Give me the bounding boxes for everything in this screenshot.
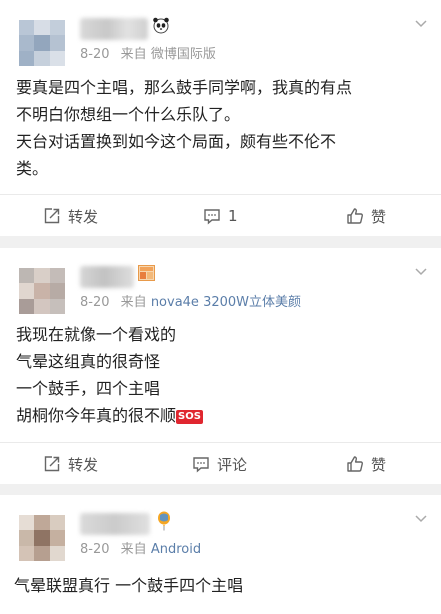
content-line: 要真是四个主唱，那么鼓手同学啊，我真的有点: [16, 78, 353, 97]
repost-label: 转发: [68, 455, 99, 474]
content-line: 胡桐你今年真的很不顺 SOS: [16, 402, 427, 429]
post-card: 8-20 来自 nova4e 3200W立体美颜 我现在就像一个看戏的 气晕这组…: [0, 248, 441, 484]
post-date: 8-20: [80, 542, 110, 557]
chevron-down-icon[interactable]: [415, 20, 427, 28]
content-line: 气晕这组真的很奇怪: [16, 352, 161, 371]
content-line: 天台对话置换到如今这个局面，颇有些不伦不: [16, 132, 337, 151]
post-card: 8-20 来自 微博国际版 要真是四个主唱，那么鼓手同学啊，我真的有点 不明白你…: [0, 0, 441, 236]
repost-button[interactable]: 转发: [43, 443, 98, 485]
source-prefix: 来自: [120, 542, 147, 557]
comment-label: 评论: [217, 455, 248, 474]
content-line: 我现在就像一个看戏的: [16, 325, 177, 344]
post-content: 要真是四个主唱，那么鼓手同学啊，我真的有点 不明白你想组一个什么乐队了。 天台对…: [16, 74, 427, 182]
post-date: 8-20: [80, 295, 110, 310]
source-prefix: 来自: [120, 295, 147, 310]
content-line: 类。: [16, 159, 49, 178]
comment-count: 1: [228, 207, 238, 225]
username-blurred[interactable]: [80, 18, 148, 40]
post-source[interactable]: 微博国际版: [151, 47, 216, 62]
post-source[interactable]: Android: [151, 542, 201, 557]
post-card: 8-20 来自 Android 气晕联盟真行 一个鼓手四个主唱: [0, 495, 441, 614]
avatar[interactable]: [19, 515, 65, 561]
sos-emoji: SOS: [176, 410, 203, 424]
comment-button[interactable]: 1: [203, 195, 238, 237]
repost-icon: [44, 456, 60, 472]
source-prefix: 来自: [120, 47, 147, 62]
username-blurred[interactable]: [80, 266, 134, 288]
post-content: 我现在就像一个看戏的 气晕这组真的很奇怪 一个鼓手，四个主唱 胡桐你今年真的很不…: [16, 321, 427, 429]
like-button[interactable]: 赞: [346, 443, 386, 485]
post-meta: 8-20 来自 Android: [80, 538, 201, 557]
post-date: 8-20: [80, 47, 110, 62]
post-source[interactable]: nova4e 3200W立体美颜: [151, 295, 301, 310]
avatar[interactable]: [19, 20, 65, 66]
content-line: 不明白你想组一个什么乐队了。: [16, 105, 241, 124]
username-blurred[interactable]: [80, 513, 150, 535]
repost-button[interactable]: 转发: [43, 195, 98, 237]
post-content: 气晕联盟真行 一个鼓手四个主唱: [14, 572, 427, 599]
comment-icon: [193, 457, 209, 473]
action-bar: 转发 1 赞: [0, 194, 441, 236]
balloon-icon: [158, 511, 170, 531]
repost-icon: [44, 208, 60, 224]
post-meta: 8-20 来自 微博国际版: [80, 43, 216, 62]
comment-button[interactable]: 评论: [192, 443, 247, 485]
repost-label: 转发: [68, 207, 99, 226]
like-label: 赞: [371, 207, 387, 226]
action-bar: 转发 评论 赞: [0, 442, 441, 484]
like-label: 赞: [371, 455, 387, 474]
flag-icon: [138, 265, 155, 281]
like-button[interactable]: 赞: [346, 195, 386, 237]
avatar[interactable]: [19, 268, 65, 314]
content-text: 胡桐你今年真的很不顺: [16, 406, 177, 425]
post-meta: 8-20 来自 nova4e 3200W立体美颜: [80, 291, 301, 310]
panda-icon: [153, 17, 169, 34]
thumbs-up-icon: [347, 456, 363, 472]
thumbs-up-icon: [347, 208, 363, 224]
chevron-down-icon[interactable]: [415, 515, 427, 523]
content-line: 气晕联盟真行 一个鼓手四个主唱: [14, 576, 244, 595]
comment-icon: [204, 209, 220, 225]
content-line: 一个鼓手，四个主唱: [16, 379, 161, 398]
chevron-down-icon[interactable]: [415, 268, 427, 276]
